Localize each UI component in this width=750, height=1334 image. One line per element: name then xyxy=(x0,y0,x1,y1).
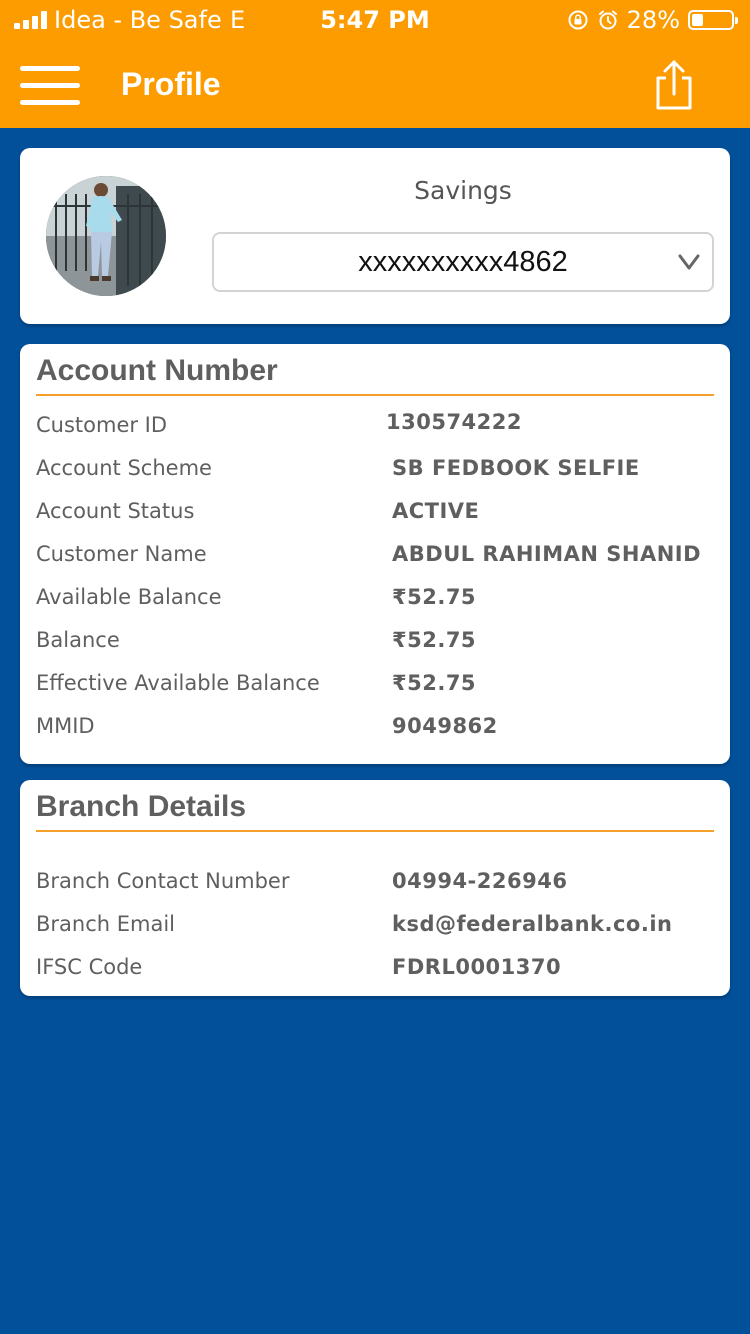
detail-row-customer-name: Customer Name ABDUL RAHIMAN SHANID xyxy=(36,533,714,576)
battery-level xyxy=(692,14,703,26)
detail-row-balance: Balance ₹52.75 xyxy=(36,619,714,662)
detail-value: FDRL0001370 xyxy=(392,955,562,979)
detail-row-customer-id: Customer ID 130574222 xyxy=(36,404,714,447)
share-icon[interactable] xyxy=(648,58,700,112)
detail-label: Account Scheme xyxy=(36,456,212,480)
detail-value: 04994-226946 xyxy=(392,869,568,893)
detail-value: 9049862 xyxy=(392,714,498,738)
detail-label: IFSC Code xyxy=(36,955,143,979)
profile-card: Savings xxxxxxxxxx4862 xyxy=(20,148,730,324)
status-icons: 28% xyxy=(567,0,738,40)
detail-value: ₹52.75 xyxy=(392,628,477,652)
avatar-photo xyxy=(46,176,166,296)
detail-value: ksd@federalbank.co.in xyxy=(392,912,673,936)
detail-row-effective-available-balance: Effective Available Balance ₹52.75 xyxy=(36,662,714,705)
alarm-icon xyxy=(598,10,617,30)
detail-value: ACTIVE xyxy=(392,499,480,523)
detail-label: Branch Email xyxy=(36,912,176,936)
detail-label: Branch Contact Number xyxy=(36,869,290,893)
selected-account-number: xxxxxxxxxx4862 xyxy=(358,246,568,278)
detail-value: ABDUL RAHIMAN SHANID xyxy=(392,542,702,566)
detail-label: Balance xyxy=(36,628,120,652)
detail-label: Effective Available Balance xyxy=(36,671,320,695)
detail-value: 130574222 xyxy=(386,410,523,434)
account-details-list: Customer ID 130574222 Account Scheme SB … xyxy=(36,404,714,748)
account-type-label: Savings xyxy=(414,176,512,205)
page-title: Profile xyxy=(121,66,221,102)
detail-row-available-balance: Available Balance ₹52.75 xyxy=(36,576,714,619)
orientation-lock-icon xyxy=(568,10,588,30)
chevron-down-icon xyxy=(678,254,700,270)
status-bar: Idea - Be Safe E 5:47 PM 28% xyxy=(0,0,750,40)
detail-value: ₹52.75 xyxy=(392,671,477,695)
branch-details-list: Branch Contact Number 04994-226946 Branc… xyxy=(36,860,714,989)
detail-label: Account Status xyxy=(36,499,195,523)
hamburger-menu-icon[interactable] xyxy=(20,62,80,108)
detail-value: ₹52.75 xyxy=(392,585,477,609)
battery-icon xyxy=(688,10,738,30)
detail-label: Available Balance xyxy=(36,585,222,609)
avatar[interactable] xyxy=(46,176,166,296)
detail-row-mmid: MMID 9049862 xyxy=(36,705,714,748)
detail-row-account-status: Account Status ACTIVE xyxy=(36,490,714,533)
battery-percentage: 28% xyxy=(626,6,680,34)
detail-label: MMID xyxy=(36,714,95,738)
branch-section-heading: Branch Details xyxy=(36,788,714,832)
detail-row-branch-email: Branch Email ksd@federalbank.co.in xyxy=(36,903,714,946)
account-details-card: Account Number Customer ID 130574222 Acc… xyxy=(20,344,730,764)
detail-label: Customer ID xyxy=(36,413,168,437)
branch-details-card: Branch Details Branch Contact Number 049… xyxy=(20,780,730,996)
account-selector[interactable]: xxxxxxxxxx4862 xyxy=(212,232,714,292)
detail-row-account-scheme: Account Scheme SB FEDBOOK SELFIE xyxy=(36,447,714,490)
detail-value: SB FEDBOOK SELFIE xyxy=(392,456,640,480)
detail-row-ifsc-code: IFSC Code FDRL0001370 xyxy=(36,946,714,989)
app-header: Idea - Be Safe E 5:47 PM 28% Profile xyxy=(0,0,750,128)
detail-row-branch-contact-number: Branch Contact Number 04994-226946 xyxy=(36,860,714,903)
account-section-heading: Account Number xyxy=(36,352,714,396)
detail-label: Customer Name xyxy=(36,542,207,566)
